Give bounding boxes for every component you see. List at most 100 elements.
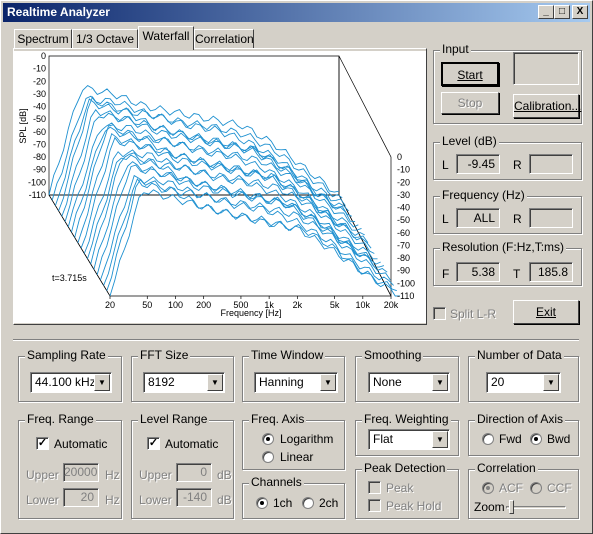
1ch-radio-label: 1ch — [273, 496, 293, 510]
ccf-radio[interactable] — [530, 482, 542, 494]
z-tick-label: -40 — [397, 203, 410, 213]
fwd-radio-label: Fwd — [499, 432, 522, 446]
level-range-label: Level Range — [138, 412, 210, 426]
fwd-radio[interactable] — [482, 433, 494, 445]
direction-label: Direction of Axis — [475, 412, 566, 426]
peak-checkbox[interactable] — [368, 481, 381, 494]
freq-range-auto-checkbox[interactable]: ✓ — [36, 437, 49, 450]
stop-button[interactable]: Stop — [441, 92, 499, 114]
resolution-t-value: 185.8 — [529, 262, 573, 282]
2ch-radio-label: 2ch — [319, 496, 339, 510]
channels-label: Channels — [249, 475, 304, 489]
split-label: Split L-R — [450, 307, 497, 321]
start-button-label: Start — [457, 68, 483, 82]
y-axis-label: SPL [dB] — [18, 108, 28, 143]
number-of-data-value: 20 — [491, 375, 505, 389]
z-tick-label: -10 — [397, 165, 410, 175]
tab-waterfall[interactable]: Waterfall — [138, 26, 194, 50]
minimize-button[interactable]: _ — [538, 5, 554, 19]
y-tick-label: 0 — [41, 51, 46, 61]
waterfall-plot: 0 -10 -20 -30 -40 -50 -60 -70 -80 -90 -100 -110 0 -10… — [14, 51, 426, 323]
y-tick-label: -80 — [33, 152, 46, 162]
freq-range-auto-label: Automatic — [54, 437, 108, 451]
tab-correlation[interactable]: Correlation — [194, 29, 254, 49]
z-tick-label: -80 — [397, 253, 410, 263]
x-tick-label: 2k — [293, 300, 303, 310]
z-tick-label: -100 — [397, 278, 415, 288]
time-window-value: Hanning — [259, 375, 304, 389]
freq-upper-input[interactable]: 20000 — [63, 463, 99, 482]
z-tick-label: -30 — [397, 190, 410, 200]
time-label: t=3.715s — [52, 273, 87, 283]
number-of-data-select[interactable]: 20 ▼ — [486, 372, 561, 393]
log-radio[interactable] — [262, 433, 274, 445]
z-tick-label: -50 — [397, 215, 410, 225]
tab-third-octave[interactable]: 1/3 Octave — [72, 29, 138, 49]
chevron-down-icon[interactable]: ▼ — [320, 374, 336, 391]
frequency-r-label: R — [513, 212, 522, 226]
level-l-label: L — [442, 158, 449, 172]
time-window-label: Time Window — [249, 348, 326, 362]
start-button[interactable]: Start — [441, 62, 499, 86]
title-bar: Realtime Analyzer — [3, 3, 590, 22]
y-tick-label: -60 — [33, 127, 46, 137]
peak-hold-checkbox[interactable] — [368, 499, 381, 512]
input-display — [513, 52, 579, 85]
level-upper-input[interactable]: 0 — [176, 463, 212, 482]
chevron-down-icon[interactable]: ▼ — [432, 374, 448, 391]
maximize-button[interactable]: □ — [554, 5, 570, 19]
frequency-l-value: ALL — [456, 208, 500, 228]
main-window: Realtime Analyzer _ □ X Spectrum 1/3 Oct… — [0, 0, 593, 534]
freq-weighting-value: Flat — [373, 432, 394, 446]
frequency-r-value — [529, 208, 573, 228]
level-range-auto-label: Automatic — [165, 437, 219, 451]
freq-upper-label: Upper — [26, 468, 59, 482]
peak-label: Peak — [386, 481, 414, 495]
x-tick-label: 20k — [384, 300, 399, 310]
frequency-label: Frequency (Hz) — [440, 188, 527, 202]
log-radio-label: Logarithm — [280, 432, 334, 446]
exit-button[interactable]: Exit — [513, 300, 579, 324]
smoothing-select[interactable]: None ▼ — [368, 372, 450, 393]
linear-radio[interactable] — [262, 451, 274, 463]
frequency-l-label: L — [442, 212, 449, 226]
2ch-radio[interactable] — [302, 497, 314, 509]
level-lower-input[interactable]: -140 — [176, 488, 212, 507]
zoom-slider-track[interactable] — [506, 506, 566, 509]
x-axis-label: Frequency [Hz] — [220, 308, 281, 318]
chevron-down-icon[interactable]: ▼ — [207, 374, 223, 391]
freq-weighting-select[interactable]: Flat ▼ — [368, 429, 450, 450]
fft-size-select[interactable]: 8192 ▼ — [143, 372, 225, 393]
1ch-radio[interactable] — [256, 497, 268, 509]
sampling-rate-select[interactable]: 44.100 kHz ▼ — [30, 372, 112, 393]
smoothing-label: Smoothing — [362, 348, 424, 362]
freq-lower-input[interactable]: 20 — [63, 488, 99, 507]
x-tick-label: 50 — [142, 300, 152, 310]
chevron-down-icon[interactable]: ▼ — [432, 431, 448, 448]
chevron-down-icon[interactable]: ▼ — [94, 374, 110, 391]
y-tick-label: -100 — [28, 177, 46, 187]
split-checkbox[interactable] — [433, 307, 446, 320]
level-upper-label: Upper — [139, 468, 172, 482]
level-r-label: R — [513, 158, 522, 172]
x-tick-label: 20 — [105, 300, 115, 310]
z-tick-label: -70 — [397, 240, 410, 250]
z-tick-label: -60 — [397, 228, 410, 238]
y-tick-label: -70 — [33, 139, 46, 149]
ccf-radio-label: CCF — [547, 481, 572, 495]
calibration-button[interactable]: Calibration... — [513, 94, 581, 118]
tab-spectrum[interactable]: Spectrum — [14, 29, 72, 49]
time-window-select[interactable]: Hanning ▼ — [254, 372, 338, 393]
input-group-label: Input — [440, 42, 471, 56]
bwd-radio[interactable] — [530, 433, 542, 445]
peak-detection-label: Peak Detection — [362, 461, 448, 475]
freq-upper-unit: Hz — [105, 468, 120, 482]
close-button[interactable]: X — [572, 5, 588, 19]
freq-weighting-label: Freq. Weighting — [362, 412, 451, 426]
zoom-slider-thumb[interactable] — [509, 500, 514, 514]
level-lower-unit: dB — [217, 493, 232, 507]
level-range-auto-checkbox[interactable]: ✓ — [147, 437, 160, 450]
z-tick-label: 0 — [397, 152, 402, 162]
acf-radio[interactable] — [482, 482, 494, 494]
chevron-down-icon[interactable]: ▼ — [543, 374, 559, 391]
